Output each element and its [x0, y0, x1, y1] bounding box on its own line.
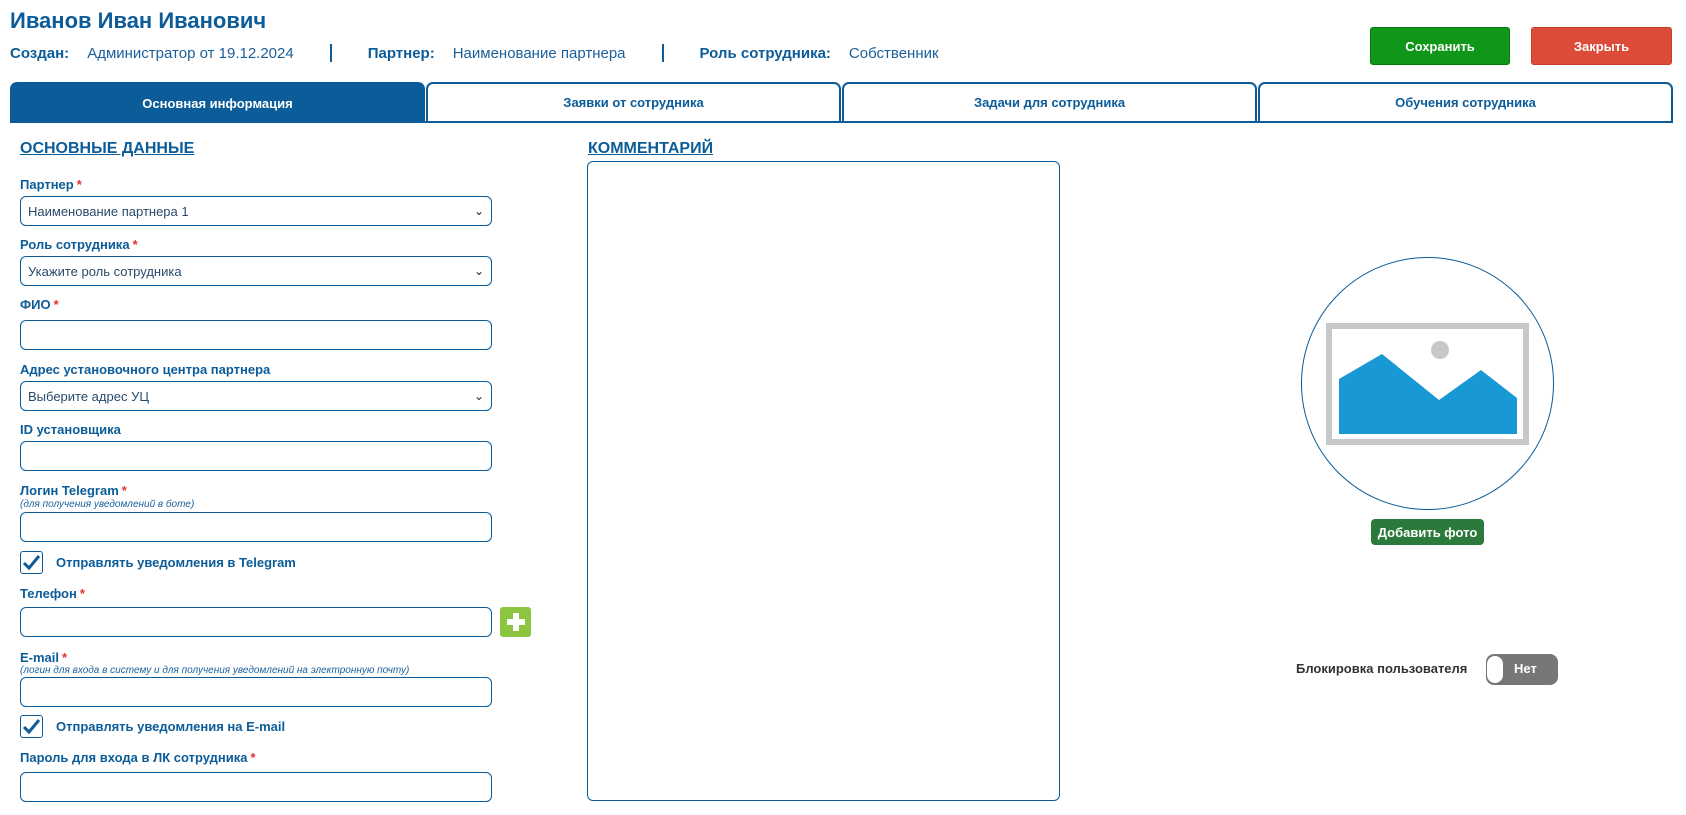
- photo-frame: [1301, 257, 1554, 510]
- tab-employee-requests[interactable]: Заявки от сотрудника: [426, 82, 841, 121]
- chevron-down-icon: ⌄: [473, 264, 484, 278]
- required-mark: *: [250, 750, 256, 765]
- partner-field-label-text: Партнер: [20, 177, 74, 192]
- block-user-label: Блокировка пользователя: [1296, 661, 1468, 676]
- main-data-title: ОСНОВНЫЕ ДАННЫЕ: [20, 140, 195, 157]
- created-value: Администратор от 19.12.2024: [87, 44, 294, 62]
- telegram-notify-label: Отправлять уведомления в Telegram: [56, 555, 296, 570]
- employee-meta: Создан: Администратор от 19.12.2024 Парт…: [10, 44, 939, 62]
- role-field-label-text: Роль сотрудника: [20, 237, 130, 252]
- email-notify-label: Отправлять уведомления на E-mail: [56, 719, 286, 734]
- role-select[interactable]: Укажите роль сотрудника ⌄: [20, 256, 492, 286]
- email-notify-checkbox[interactable]: [20, 715, 43, 738]
- installer-id-input[interactable]: [20, 441, 492, 471]
- chevron-down-icon: ⌄: [473, 389, 484, 403]
- required-mark: *: [76, 177, 82, 192]
- email-field-label: E-mail *: [20, 650, 67, 665]
- required-mark: *: [121, 483, 127, 498]
- partner-label: Партнер:: [367, 44, 435, 62]
- address-field-label: Адрес установочного центра партнера: [20, 362, 271, 377]
- add-phone-button[interactable]: [500, 607, 531, 637]
- created-label: Создан:: [10, 44, 70, 62]
- telegram-field-label-text: Логин Telegram: [20, 483, 119, 498]
- fio-input[interactable]: [20, 320, 492, 350]
- meta-divider: [661, 44, 664, 62]
- image-placeholder-icon: [1326, 322, 1529, 445]
- password-input[interactable]: [20, 772, 492, 802]
- role-label: Роль сотрудника:: [699, 44, 831, 62]
- email-field-label-text: E-mail: [20, 650, 60, 665]
- block-user-toggle[interactable]: Нет: [1486, 654, 1558, 685]
- fio-field-label: ФИО *: [20, 297, 59, 312]
- partner-select-value: Наименование партнера 1: [28, 203, 189, 219]
- role-field-label: Роль сотрудника *: [20, 237, 138, 252]
- save-button[interactable]: Сохранить: [1370, 27, 1510, 65]
- address-select-value: Выберите адрес УЦ: [28, 388, 149, 404]
- chevron-down-icon: ⌄: [473, 204, 484, 218]
- phone-input[interactable]: [20, 607, 492, 637]
- telegram-notify-checkbox[interactable]: [20, 551, 43, 574]
- partner-value: Наименование партнера: [452, 44, 626, 62]
- email-hint: (логин для входа в систему и для получен…: [20, 665, 410, 676]
- toggle-state-label: Нет: [1514, 661, 1537, 676]
- role-value: Собственник: [848, 44, 939, 62]
- toggle-knob: [1487, 656, 1503, 683]
- required-mark: *: [53, 297, 59, 312]
- required-mark: *: [132, 237, 138, 252]
- page-title: Иванов Иван Иванович: [10, 8, 267, 33]
- checkmark-icon: [22, 555, 41, 571]
- partner-field-label: Партнер *: [20, 177, 82, 192]
- phone-field-label-text: Телефон: [20, 586, 77, 601]
- telegram-hint: (для получения уведомлений в боте): [20, 499, 195, 510]
- role-select-value: Укажите роль сотрудника: [28, 263, 182, 279]
- required-mark: *: [62, 650, 68, 665]
- comment-textarea[interactable]: [587, 161, 1060, 801]
- comment-title: КОММЕНТАРИЙ: [588, 140, 714, 157]
- password-field-label: Пароль для входа в ЛК сотрудника *: [20, 750, 256, 765]
- close-button[interactable]: Закрыть: [1531, 27, 1672, 65]
- meta-divider: [329, 44, 332, 62]
- partner-select[interactable]: Наименование партнера 1 ⌄: [20, 196, 492, 226]
- phone-field-label: Телефон *: [20, 586, 85, 601]
- email-input[interactable]: [20, 677, 492, 707]
- required-mark: *: [79, 586, 85, 601]
- fio-field-label-text: ФИО: [20, 297, 51, 312]
- tab-main-info[interactable]: Основная информация: [10, 82, 425, 123]
- telegram-field-label: Логин Telegram *: [20, 483, 127, 498]
- password-field-label-text: Пароль для входа в ЛК сотрудника: [20, 750, 248, 765]
- tab-employee-trainings[interactable]: Обучения сотрудника: [1258, 82, 1673, 121]
- plus-icon: [506, 613, 525, 631]
- add-photo-button[interactable]: Добавить фото: [1371, 519, 1484, 545]
- installer-id-field-label: ID установщика: [20, 422, 121, 437]
- tab-bar: Основная информация Заявки от сотрудника…: [10, 82, 1673, 123]
- address-select[interactable]: Выберите адрес УЦ ⌄: [20, 381, 492, 411]
- checkmark-icon: [22, 719, 41, 735]
- telegram-input[interactable]: [20, 512, 492, 542]
- tab-employee-tasks[interactable]: Задачи для сотрудника: [842, 82, 1257, 121]
